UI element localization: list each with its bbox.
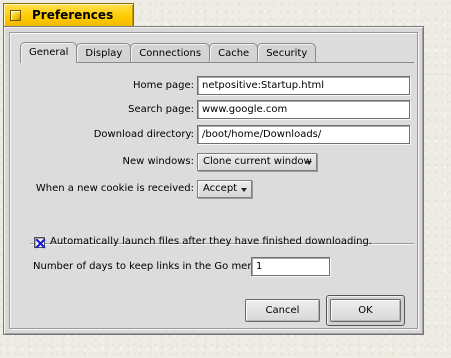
cancel-button[interactable]: Cancel — [245, 299, 320, 322]
auto-launch-label[interactable]: Automatically launch files after they ha… — [50, 232, 372, 252]
cookie-popup[interactable]: Accept — [197, 180, 252, 198]
go-menu-days-label: Number of days to keep links in the Go m… — [33, 261, 264, 272]
new-windows-popup[interactable]: Clone current window — [197, 153, 317, 171]
new-windows-value: Clone current window — [203, 156, 312, 167]
ok-button[interactable]: OK — [330, 299, 401, 322]
go-menu-days-field[interactable]: 1 — [251, 257, 330, 276]
popup-arrow-icon — [306, 161, 312, 165]
cookie-value: Accept — [203, 183, 238, 194]
tab-security[interactable]: Security — [257, 43, 317, 63]
window-title-tab[interactable]: Preferences — [3, 3, 134, 27]
window-content: General Display Connections Cache Securi… — [9, 32, 418, 329]
search-page-field[interactable]: www.google.com — [197, 100, 410, 119]
home-page-label: Home page: — [132, 80, 194, 91]
tab-connections[interactable]: Connections — [130, 43, 211, 63]
download-directory-label: Download directory: — [93, 129, 194, 140]
general-tab-panel: Home page: netpositive:Startup.html Sear… — [20, 62, 414, 237]
window-title: Preferences — [32, 8, 114, 22]
tab-cache[interactable]: Cache — [209, 43, 259, 63]
new-windows-label: New windows: — [122, 156, 194, 167]
auto-launch-checkbox[interactable] — [34, 237, 46, 249]
tab-bar: General Display Connections Cache Securi… — [20, 42, 317, 63]
popup-arrow-icon — [241, 188, 247, 192]
tab-display[interactable]: Display — [76, 43, 132, 63]
search-page-label: Search page: — [128, 104, 194, 115]
home-page-field[interactable]: netpositive:Startup.html — [197, 76, 410, 95]
preferences-window: General Display Connections Cache Securi… — [3, 26, 424, 335]
checkmark-icon — [35, 238, 46, 249]
tab-general[interactable]: General — [20, 42, 78, 63]
close-box-icon[interactable] — [10, 10, 21, 21]
cookie-label: When a new cookie is received: — [35, 183, 194, 194]
download-directory-field[interactable]: /boot/home/Downloads/ — [197, 125, 410, 144]
